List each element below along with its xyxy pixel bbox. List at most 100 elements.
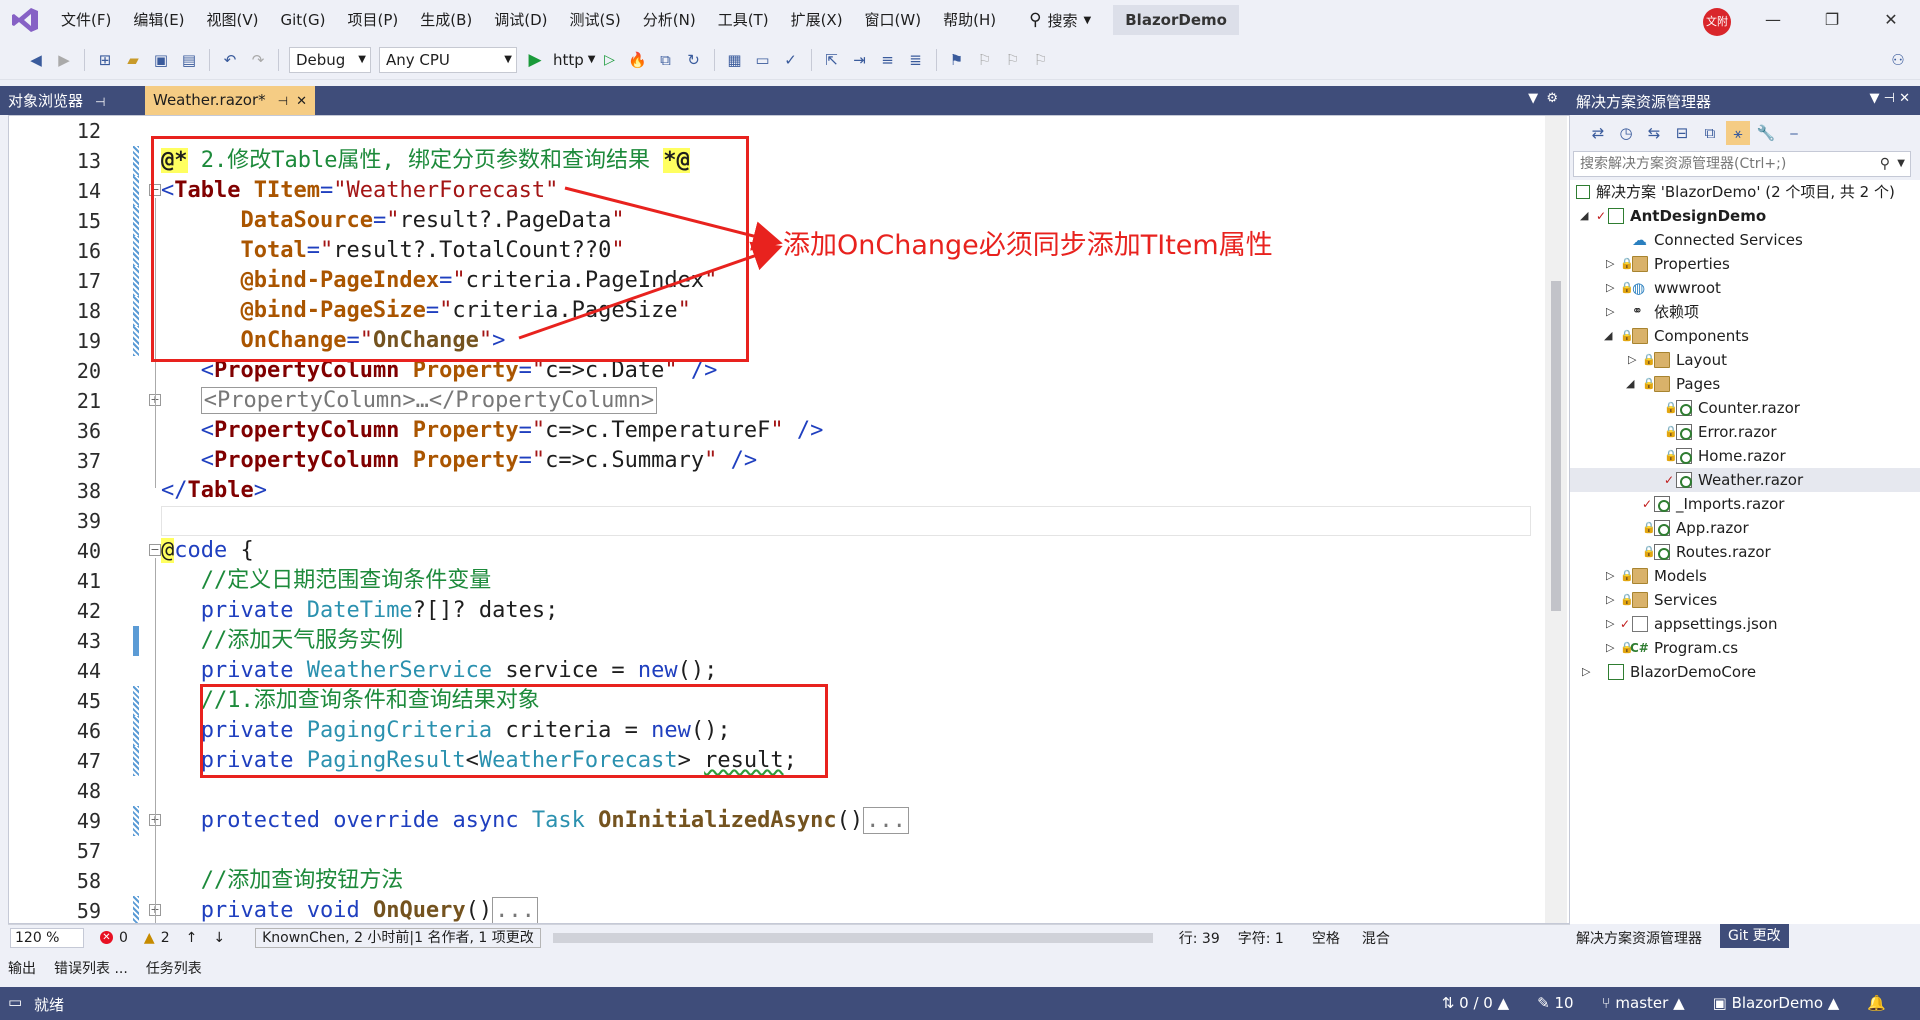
close-window-button[interactable]: ✕ <box>1862 0 1920 40</box>
start-debugging-icon[interactable]: ▶ <box>523 48 547 72</box>
git-sync-status[interactable]: ⇅ 0 / 0 ▲ <box>1442 994 1509 1012</box>
expand-arrow-icon[interactable]: ▷ <box>1582 660 1590 684</box>
comment-icon[interactable]: ≡ <box>876 48 900 72</box>
uncomment-icon[interactable]: ≣ <box>904 48 928 72</box>
menu-help[interactable]: 帮助(H) <box>932 0 1007 40</box>
menu-edit[interactable]: 编辑(E) <box>122 0 195 40</box>
zoom-select[interactable]: 120 % <box>10 927 84 948</box>
open-folder-icon[interactable]: ▰ <box>121 48 145 72</box>
tree-item[interactable]: ◢ 🔒 Components <box>1570 324 1920 348</box>
spellcheck-icon[interactable]: ✓ <box>779 48 803 72</box>
collapse-arrow-icon[interactable]: ◢ <box>1604 324 1612 348</box>
chevron-down-icon[interactable]: ▼ <box>1897 152 1905 176</box>
global-search-button[interactable]: ⚲ 搜索 ▼ <box>1019 5 1101 35</box>
tree-item-solution[interactable]: 解决方案 'BlazorDemo' (2 个项目, 共 2 个) <box>1570 180 1920 204</box>
panel-options-icon[interactable]: ▼ ⊣ ✕ <box>1870 91 1910 106</box>
tree-item[interactable]: 🔒 Counter.razor <box>1570 396 1920 420</box>
preview-icon[interactable]: ⎯ <box>1782 121 1806 145</box>
filter-icon[interactable]: ⚹ <box>1726 121 1750 145</box>
menu-view[interactable]: 视图(V) <box>196 0 270 40</box>
refresh-icon[interactable]: ↻ <box>682 48 706 72</box>
git-blame-info[interactable]: KnownChen, 2 小时前|1 名作者, 1 项更改 <box>255 927 541 948</box>
restore-window-button[interactable]: ❐ <box>1803 0 1861 40</box>
nav-down-icon[interactable]: ↓ <box>213 930 225 946</box>
git-repository[interactable]: ▣ BlazorDemo ▲ <box>1713 994 1840 1012</box>
pending-edits[interactable]: ✎ 10 <box>1537 994 1573 1012</box>
navigate-forward-icon[interactable]: ▶ <box>52 48 76 72</box>
save-icon[interactable]: ▣ <box>149 48 173 72</box>
menu-extensions[interactable]: 扩展(X) <box>780 0 854 40</box>
pin-icon[interactable]: ⊣ <box>95 95 105 109</box>
tab-object-browser[interactable]: 对象浏览器 ⊣ <box>8 90 105 111</box>
line-ending[interactable]: 混合 <box>1362 928 1390 948</box>
tree-item[interactable]: ▷ 🔒 ◍ wwwroot <box>1570 276 1920 300</box>
tab-solution-explorer[interactable]: 解决方案资源管理器 <box>1576 928 1702 948</box>
redo-icon[interactable]: ↷ <box>246 48 270 72</box>
indent-icon[interactable]: ⇥ <box>848 48 872 72</box>
expand-arrow-icon[interactable]: ▷ <box>1606 564 1614 588</box>
whitespace-mode[interactable]: 空格 <box>1312 928 1340 948</box>
collapse-arrow-icon[interactable]: ◢ <box>1626 372 1634 396</box>
tab-overflow-icon[interactable]: ▼ ⚙ <box>1528 91 1558 106</box>
code-editor[interactable]: 12 13 @* 2.修改Table属性, 绑定分页参数和查询结果 *@ 14 … <box>8 115 1570 924</box>
git-branch[interactable]: ⑂ master ▲ <box>1602 994 1685 1012</box>
expand-arrow-icon[interactable]: ▷ <box>1606 588 1614 612</box>
run-target-label[interactable]: http <box>553 51 584 69</box>
tree-item[interactable]: 🔒 App.razor <box>1570 516 1920 540</box>
expand-arrow-icon[interactable]: ▷ <box>1606 276 1614 300</box>
menu-analyze[interactable]: 分析(N) <box>632 0 707 40</box>
menu-project[interactable]: 项目(P) <box>337 0 410 40</box>
warning-count[interactable]: ▲ 2 <box>144 930 170 946</box>
layout-icon[interactable]: ▭ <box>751 48 775 72</box>
menu-debug[interactable]: 调试(D) <box>483 0 558 40</box>
expand-arrow-icon[interactable]: ▷ <box>1606 252 1614 276</box>
visual-studio-logo-icon[interactable] <box>0 0 50 40</box>
chevron-down-icon[interactable]: ▼ <box>588 54 596 65</box>
solution-explorer-icon[interactable]: ▦ <box>723 48 747 72</box>
tree-item[interactable]: ◢ 🔒 Pages <box>1570 372 1920 396</box>
editor-horizontal-scrollbar[interactable] <box>552 932 1153 943</box>
tree-item[interactable]: ▷ 🔒 Properties <box>1570 252 1920 276</box>
tree-item[interactable]: ☁ Connected Services <box>1570 228 1920 252</box>
collapse-arrow-icon[interactable]: ◢ <box>1580 204 1588 228</box>
menu-test[interactable]: 测试(S) <box>559 0 632 40</box>
hot-reload-icon[interactable]: 🔥 <box>626 48 650 72</box>
clear-bookmarks-icon[interactable]: ⚐ <box>1029 48 1053 72</box>
platform-select[interactable]: Any CPU ▼ <box>379 46 517 73</box>
switch-views-icon[interactable]: ⇄ <box>1586 121 1610 145</box>
expand-arrow-icon[interactable]: ▷ <box>1606 636 1614 660</box>
new-project-icon[interactable]: ⊞ <box>93 48 117 72</box>
menu-tools[interactable]: 工具(T) <box>707 0 780 40</box>
prev-bookmark-icon[interactable]: ⚐ <box>973 48 997 72</box>
expand-arrow-icon[interactable]: ▷ <box>1628 348 1636 372</box>
notifications-icon[interactable]: 🔔 <box>1867 994 1886 1012</box>
menu-file[interactable]: 文件(F) <box>50 0 122 40</box>
tab-output[interactable]: 输出 <box>8 958 36 978</box>
tree-item[interactable]: ▷ 🔒 Services <box>1570 588 1920 612</box>
tree-item[interactable]: 🔒 Home.razor <box>1570 444 1920 468</box>
solution-explorer-search-input[interactable]: 搜索解决方案资源管理器(Ctrl+;) ⚲ ▼ <box>1573 151 1911 177</box>
error-count[interactable]: ✕ 0 <box>100 930 128 946</box>
expand-arrow-icon[interactable]: ▷ <box>1606 300 1614 324</box>
save-all-icon[interactable]: ▤ <box>177 48 201 72</box>
next-bookmark-icon[interactable]: ⚐ <box>1001 48 1025 72</box>
properties-icon[interactable]: 🔧 <box>1754 121 1778 145</box>
menu-git[interactable]: Git(G) <box>270 0 337 40</box>
tab-git-changes[interactable]: Git 更改 <box>1720 924 1789 948</box>
configuration-select[interactable]: Debug ▼ <box>289 46 371 73</box>
navigate-back-icon[interactable]: ◀ <box>24 48 48 72</box>
tree-item[interactable]: ▷ ✓ appsettings.json <box>1570 612 1920 636</box>
collapse-all-icon[interactable]: ⊟ <box>1670 121 1694 145</box>
sync-icon[interactable]: ⇆ <box>1642 121 1666 145</box>
tree-item[interactable]: ✓ _Imports.razor <box>1570 492 1920 516</box>
history-icon[interactable]: ◷ <box>1614 121 1638 145</box>
show-all-files-icon[interactable]: ⧉ <box>1698 121 1722 145</box>
tab-task-list[interactable]: 任务列表 <box>146 958 202 978</box>
tab-error-list[interactable]: 错误列表 ... <box>54 958 128 978</box>
tree-item-selected[interactable]: ✓ Weather.razor <box>1570 468 1920 492</box>
menu-build[interactable]: 生成(B) <box>409 0 483 40</box>
tree-item[interactable]: ▷ ⚭ 依赖项 <box>1570 300 1920 324</box>
expand-arrow-icon[interactable]: ▷ <box>1606 612 1614 636</box>
tree-item[interactable]: ▷ 🔒 C# Program.cs <box>1570 636 1920 660</box>
close-tab-icon[interactable]: ✕ <box>296 94 307 109</box>
